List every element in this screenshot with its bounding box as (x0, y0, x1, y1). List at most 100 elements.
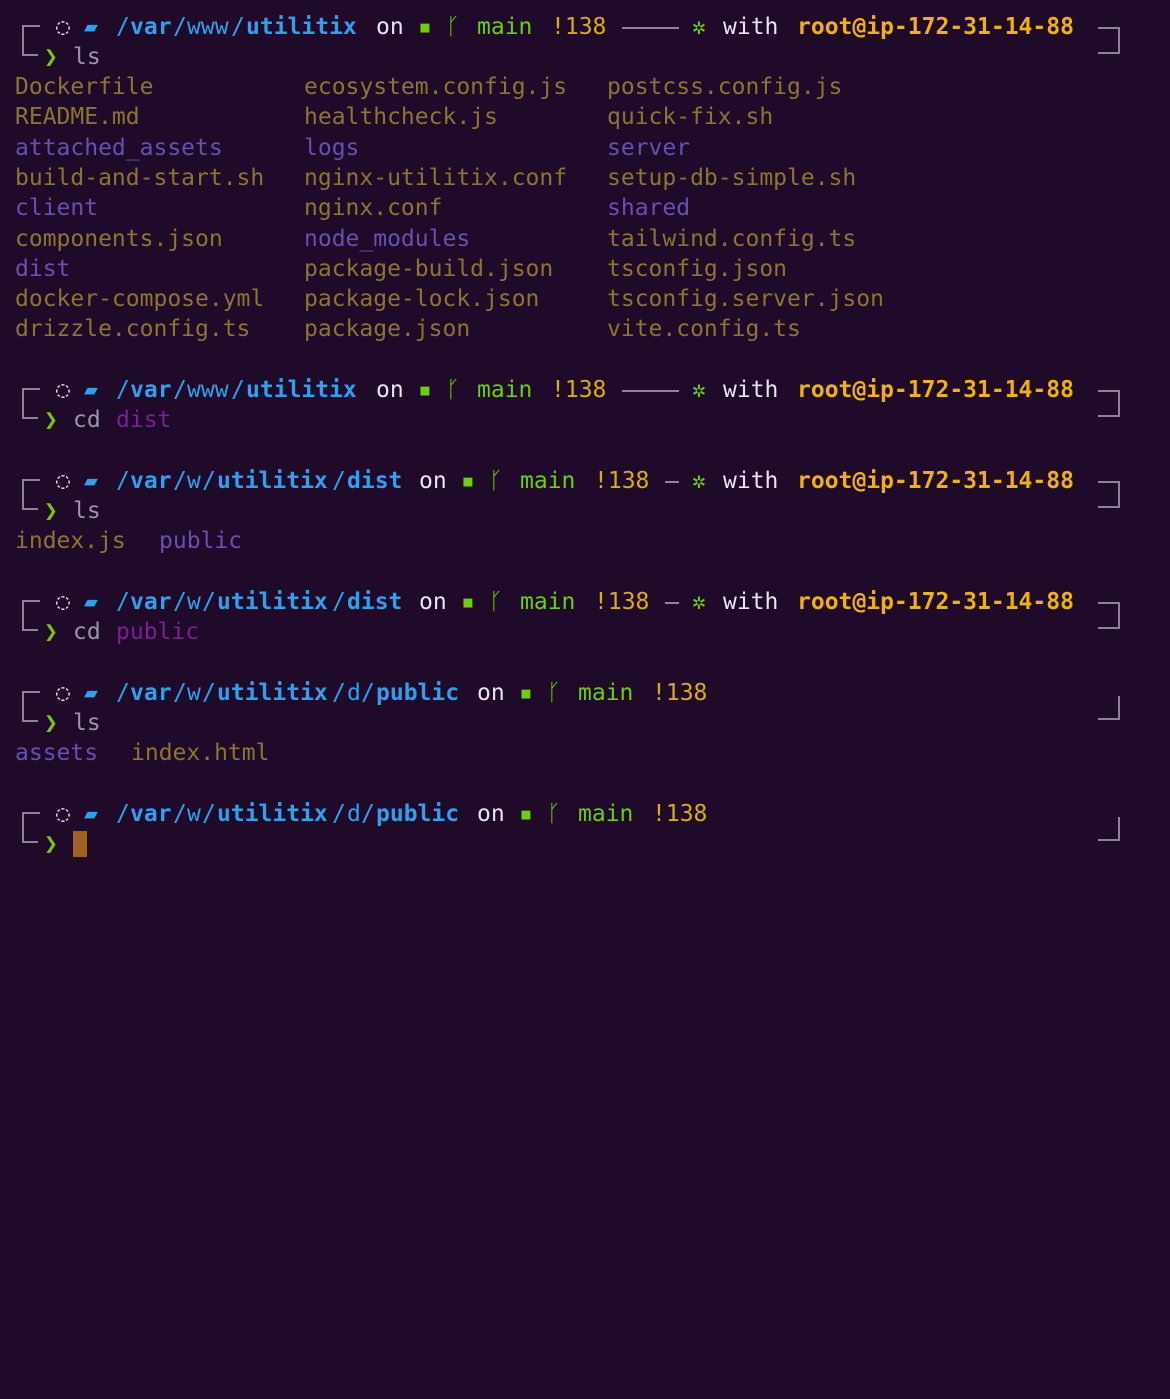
list-item: drizzle.config.ts (15, 316, 251, 342)
list-row: README.md healthcheck.js quick-fix.sh (0, 102, 1170, 132)
on-label: on (419, 589, 447, 615)
command: cd (73, 619, 101, 645)
folder-icon: ▰ (84, 589, 98, 615)
path-separator: / (332, 468, 346, 494)
path-segment: var (130, 468, 172, 494)
git-branch-icon: ᚴ (446, 14, 460, 40)
list-row: Dockerfile ecosystem.config.js postcss.c… (0, 72, 1170, 102)
command-line: ❯ cd dist (0, 392, 1170, 435)
path-separator: / (173, 680, 187, 706)
path-separator: / (332, 801, 346, 827)
with-label: with (723, 14, 779, 40)
chevron-right-icon: ❯ (44, 710, 58, 736)
github-icon: ▪ (519, 680, 533, 706)
path-current: public (376, 680, 460, 706)
on-label: on (376, 14, 404, 40)
path-segment: d (347, 680, 361, 706)
list-item: tailwind.config.ts (607, 226, 857, 252)
list-item: Dockerfile (15, 74, 154, 100)
command-argument: public (116, 619, 200, 645)
list-row: build-and-start.sh nginx-utilitix.conf s… (0, 163, 1170, 193)
prompt-dash (665, 602, 679, 604)
list-item: public (159, 528, 243, 554)
list-item: setup-db-simple.sh (607, 165, 857, 191)
prompt-frame (1098, 484, 1120, 508)
path-segment: var (130, 377, 172, 403)
command-line: ❯ ls (0, 695, 1170, 738)
text-cursor[interactable] (73, 831, 87, 857)
list-item: server (607, 135, 691, 161)
folder-icon: ▰ (84, 680, 98, 706)
github-icon: ▪ (418, 14, 432, 40)
chevron-right-icon: ❯ (44, 44, 58, 70)
circle-dot-icon: ◌ (56, 14, 70, 40)
path-segment: w (187, 468, 201, 494)
with-label: with (723, 377, 779, 403)
git-branch: main (477, 14, 533, 40)
git-branch-icon: ᚴ (446, 377, 460, 403)
circle-dot-icon: ◌ (56, 801, 70, 827)
path-separator: / (332, 589, 346, 615)
list-item: nginx.conf (304, 195, 443, 221)
git-status: !138 (652, 801, 708, 827)
command-line[interactable]: ❯ (0, 816, 1170, 859)
command: cd (73, 407, 101, 433)
command-line: ❯ ls (0, 483, 1170, 526)
path-current: utilitix (246, 377, 357, 403)
list-item: vite.config.ts (607, 316, 801, 342)
list-item: package.json (304, 316, 471, 342)
prompt-frame (1098, 30, 1120, 54)
prompt-frame (1098, 817, 1120, 841)
list-item: index.html (131, 740, 270, 766)
path-segment: w (187, 801, 201, 827)
circle-dot-icon: ◌ (56, 377, 70, 403)
list-item: logs (304, 135, 360, 161)
on-label: on (419, 468, 447, 494)
path-segment: utilitix (217, 589, 328, 615)
git-branch-icon: ᚴ (547, 680, 561, 706)
list-item: README.md (15, 104, 140, 130)
path-current: dist (347, 589, 403, 615)
list-row: index.js public (0, 526, 1170, 556)
path-separator: / (116, 14, 130, 40)
user-host: root@ip-172-31-14-88 (797, 377, 1074, 403)
path-segment: www (187, 377, 229, 403)
circle-dot-icon: ◌ (56, 589, 70, 615)
gear-icon: ✲ (692, 468, 706, 494)
list-row: attached_assets logs server (0, 133, 1170, 163)
chevron-right-icon: ❯ (44, 407, 58, 433)
list-item: tsconfig.json (607, 256, 788, 282)
git-status: !138 (551, 377, 607, 403)
list-item: index.js (15, 528, 126, 554)
list-item: quick-fix.sh (607, 104, 774, 130)
path-separator: / (173, 801, 187, 827)
folder-icon: ▰ (84, 377, 98, 403)
list-item: package-build.json (304, 256, 554, 282)
prompt-frame (22, 392, 38, 419)
path-separator: / (202, 801, 216, 827)
terminal-window[interactable]: ◌ ▰ / var / www / utilitix on ▪ ᚴ main !… (0, 0, 1170, 893)
user-host: root@ip-172-31-14-88 (797, 14, 1074, 40)
path-separator: / (173, 589, 187, 615)
list-row: drizzle.config.ts package.json vite.conf… (0, 314, 1170, 344)
command: ls (73, 710, 101, 736)
git-branch-icon: ᚴ (489, 468, 503, 494)
command: ls (73, 498, 101, 524)
list-item: postcss.config.js (607, 74, 843, 100)
path-segment: var (130, 14, 172, 40)
gear-icon: ✲ (692, 14, 706, 40)
path-segment: d (347, 801, 361, 827)
prompt-frame (1098, 696, 1120, 720)
path-separator: / (202, 589, 216, 615)
list-item: package-lock.json (304, 286, 540, 312)
github-icon: ▪ (461, 468, 475, 494)
git-branch: main (477, 377, 533, 403)
circle-dot-icon: ◌ (56, 468, 70, 494)
list-item: components.json (15, 226, 223, 252)
list-row: client nginx.conf shared (0, 193, 1170, 223)
git-status: !138 (551, 14, 607, 40)
list-item: tsconfig.server.json (607, 286, 884, 312)
path-separator: / (116, 589, 130, 615)
path-separator: / (361, 801, 375, 827)
prompt-line: ◌ ▰ / var / w / utilitix / d / public on… (0, 678, 1170, 715)
